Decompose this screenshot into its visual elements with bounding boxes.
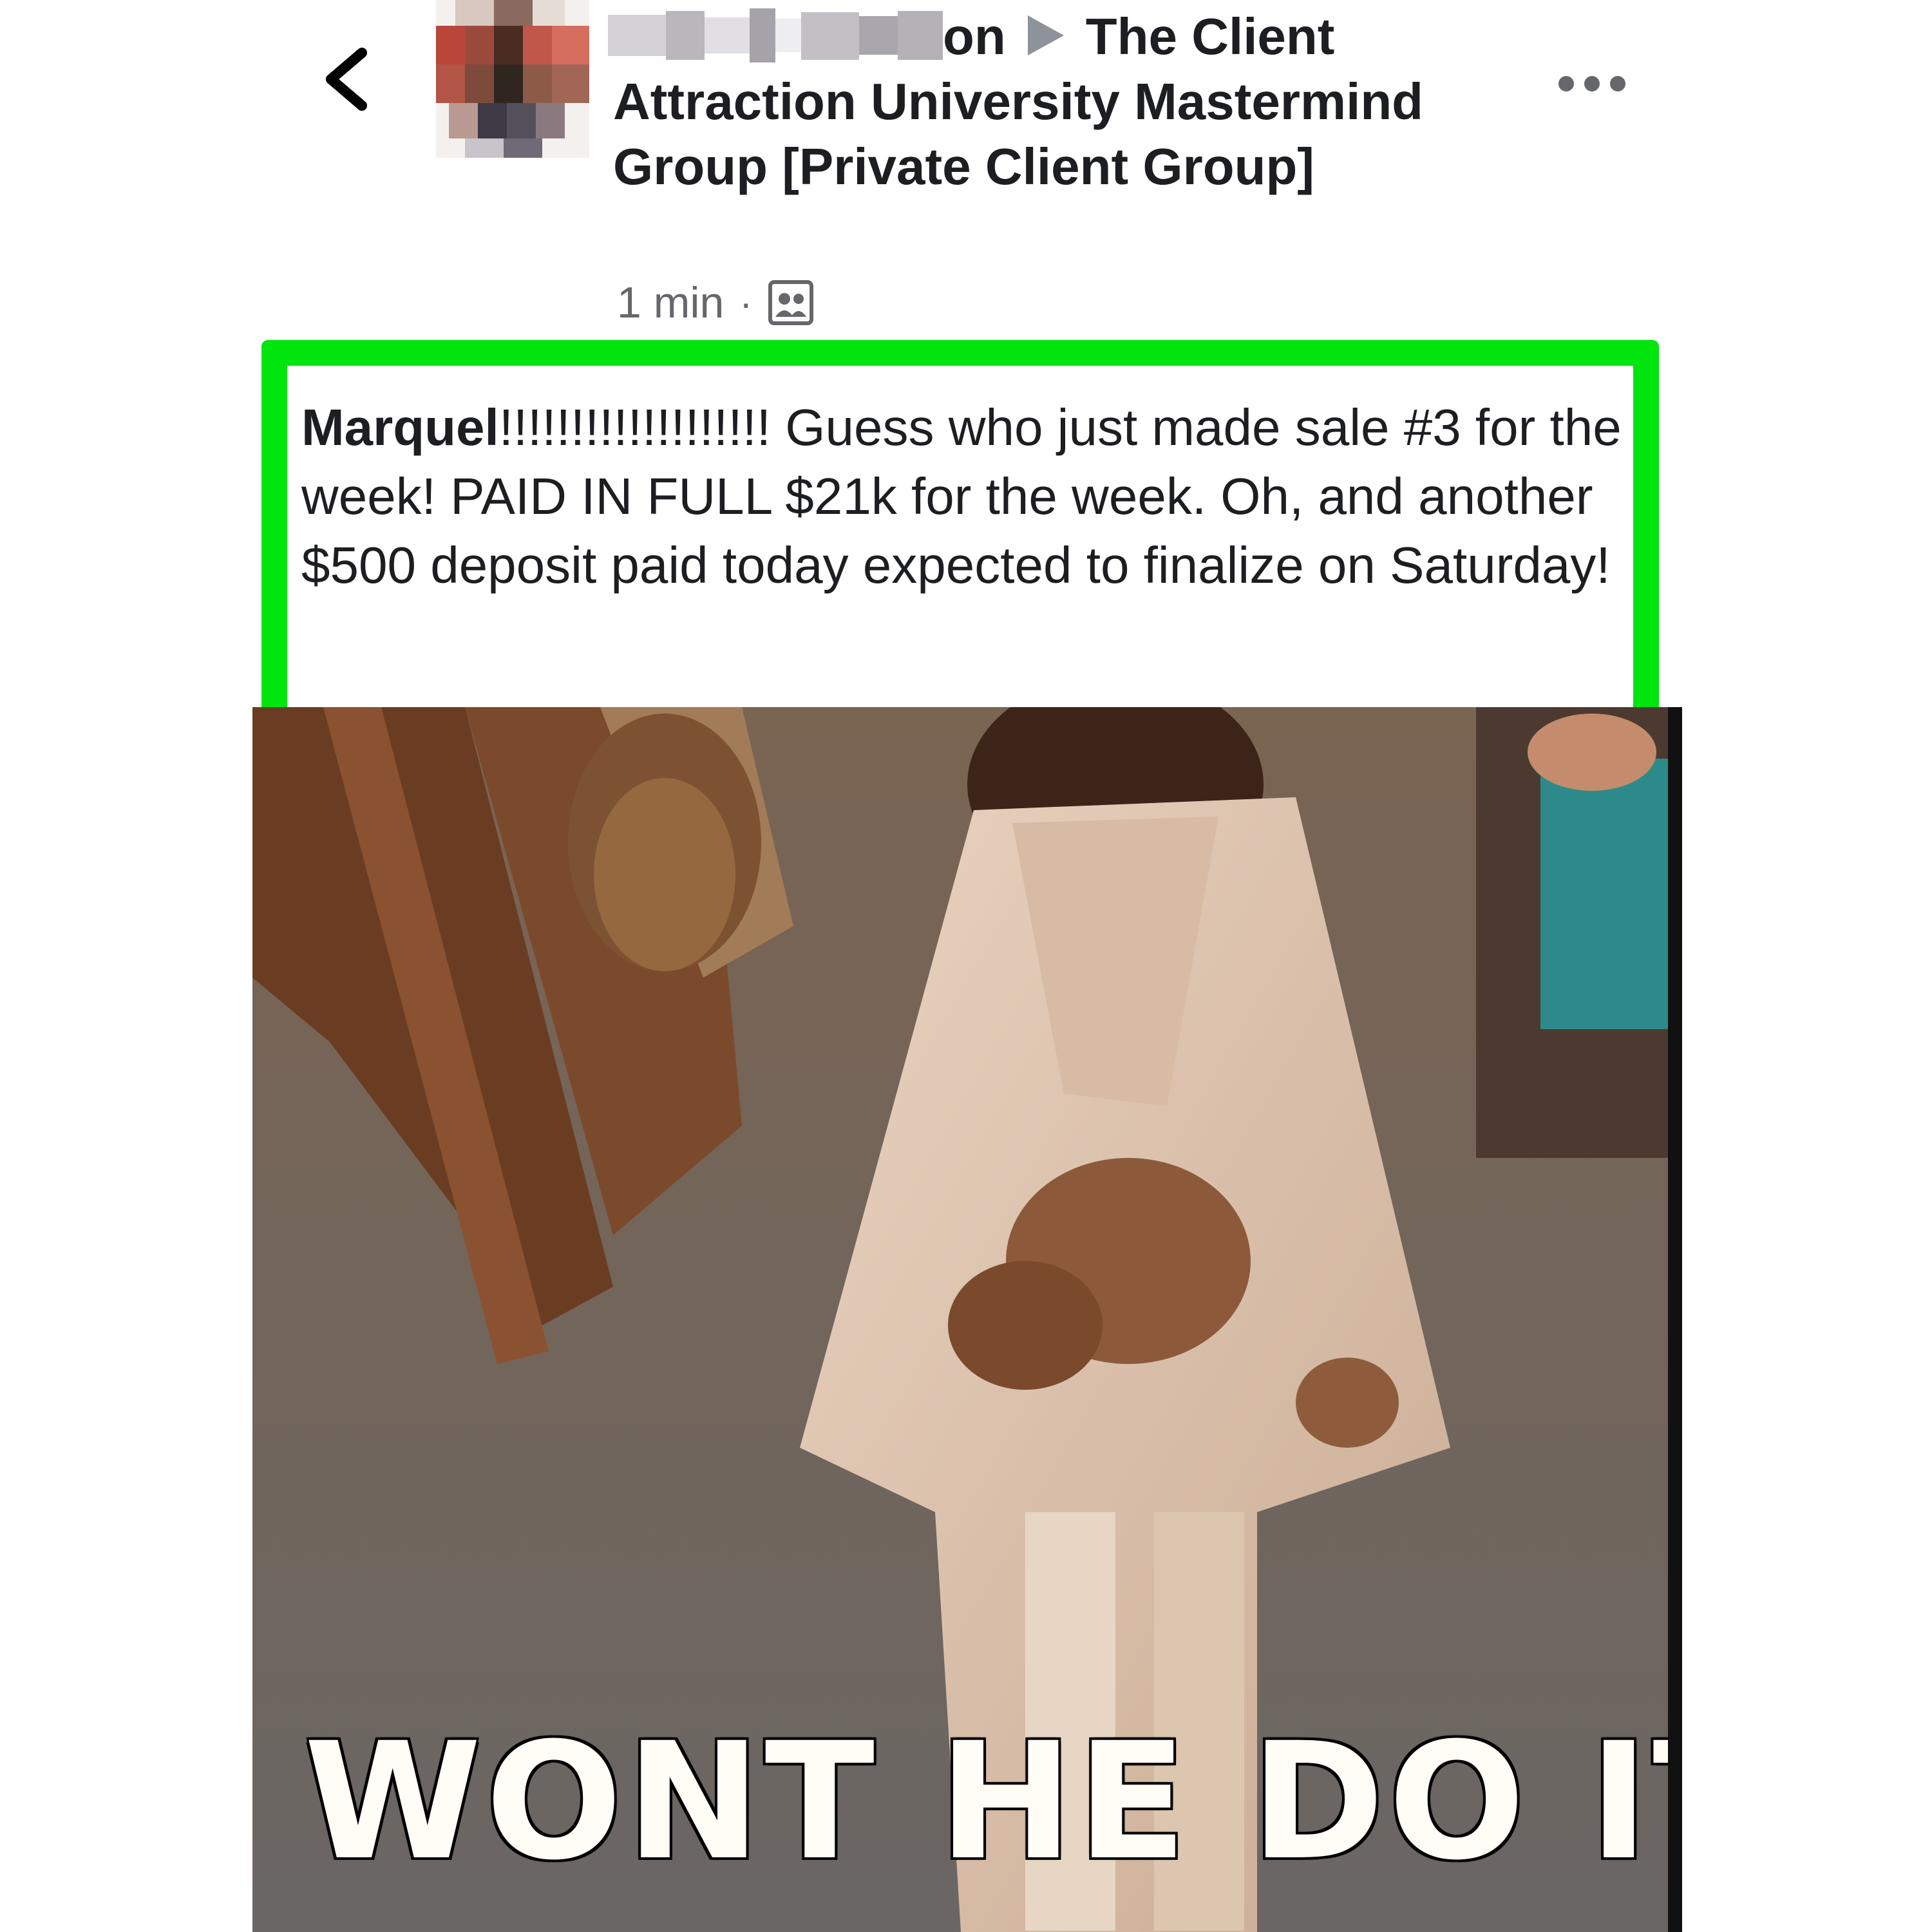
- play-arrow-icon: [1025, 13, 1066, 58]
- timestamp[interactable]: 1 min: [617, 278, 724, 328]
- blurred-author-name[interactable]: [608, 8, 943, 62]
- more-options-button[interactable]: [1553, 64, 1631, 103]
- gif-caption: WONT HE DO IT!: [304, 1708, 1682, 1895]
- post-body-text: !!!!!!!!!!!!!!!!!!! Guess who just made …: [301, 399, 1622, 594]
- meta-separator: ·: [739, 281, 753, 325]
- highlight-frame: Marquel!!!!!!!!!!!!!!!!!!! Guess who jus…: [261, 340, 1659, 748]
- post-header-title[interactable]: on The Client Attraction University Maste…: [608, 4, 1425, 199]
- post-body: Marquel!!!!!!!!!!!!!!!!!!! Guess who jus…: [301, 393, 1634, 600]
- mention-link[interactable]: Marquel: [301, 399, 499, 456]
- post-meta: 1 min ·: [617, 277, 814, 328]
- post-card: on The Client Attraction University Maste…: [252, 0, 1682, 1932]
- more-horizontal-icon: [1558, 76, 1625, 91]
- back-button[interactable]: [317, 37, 375, 121]
- author-name-suffix[interactable]: on: [943, 8, 1006, 65]
- avatar[interactable]: [436, 0, 589, 158]
- gif-border: [1668, 707, 1682, 1932]
- group-members-icon: [768, 280, 814, 325]
- chevron-left-icon: [326, 48, 367, 111]
- pixelated-avatar: [436, 0, 589, 158]
- post-gif[interactable]: WONT HE DO IT!: [252, 707, 1682, 1932]
